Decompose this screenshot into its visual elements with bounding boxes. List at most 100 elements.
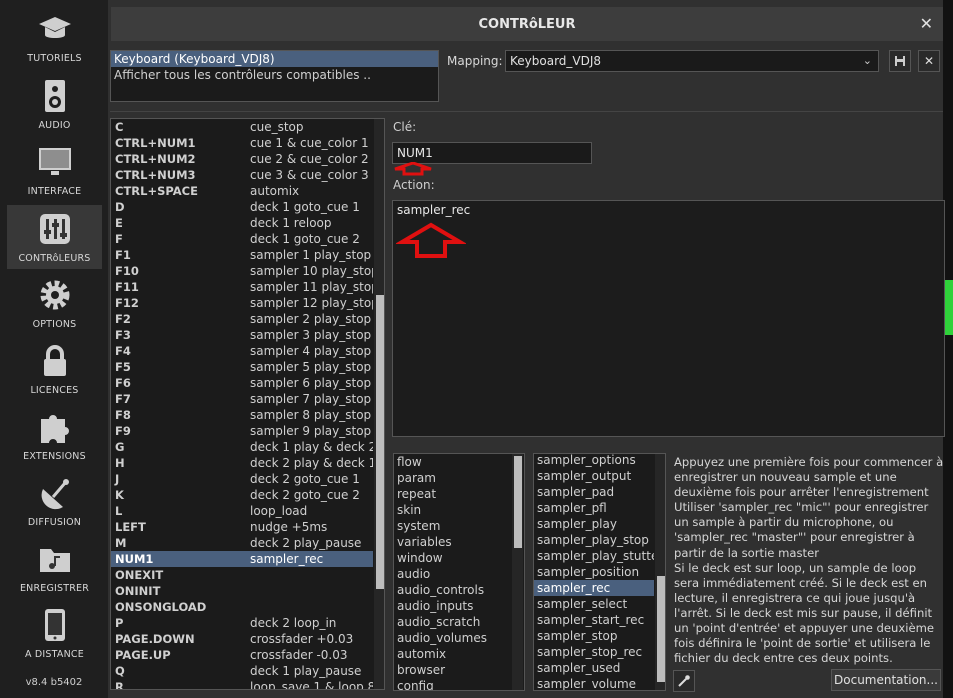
verb-item[interactable]: sampler_pfl bbox=[534, 500, 654, 516]
key-name: F5 bbox=[115, 360, 131, 374]
verb-item[interactable]: sampler_options bbox=[534, 454, 654, 468]
close-icon[interactable]: ✕ bbox=[920, 14, 933, 33]
key-mapping-row[interactable]: F10 sampler 10 play_stop bbox=[111, 263, 373, 279]
verb-item[interactable]: sampler_used bbox=[534, 660, 654, 676]
key-mapping-row[interactable]: ONEXIT bbox=[111, 567, 373, 583]
verb-item[interactable]: sampler_stop bbox=[534, 628, 654, 644]
verb-item[interactable]: sampler_volume bbox=[534, 676, 654, 690]
key-mapping-row[interactable]: Kdeck 2 goto_cue 2 bbox=[111, 487, 373, 503]
key-mapping-row[interactable]: Fdeck 1 goto_cue 2 bbox=[111, 231, 373, 247]
picker-button[interactable] bbox=[673, 670, 695, 692]
delete-mapping-button[interactable]: ✕ bbox=[918, 50, 940, 72]
sidebar-item-options[interactable]: OPTIONS bbox=[7, 271, 102, 335]
scrollbar-thumb[interactable] bbox=[376, 295, 384, 589]
divider bbox=[110, 111, 943, 112]
documentation-button[interactable]: Documentation... bbox=[831, 669, 941, 691]
key-mapping-row[interactable]: LEFT nudge +5ms bbox=[111, 519, 373, 535]
category-item[interactable]: browser bbox=[394, 662, 511, 678]
category-item[interactable]: audio_volumes bbox=[394, 630, 511, 646]
scrollbar-thumb[interactable] bbox=[514, 456, 522, 548]
scrollbar-thumb[interactable] bbox=[657, 576, 665, 682]
category-item[interactable]: window bbox=[394, 550, 511, 566]
key-mapping-row[interactable]: F3 sampler 3 play_stop bbox=[111, 327, 373, 343]
verb-item[interactable]: sampler_play_stutter bbox=[534, 548, 654, 564]
category-item[interactable]: audio_controls bbox=[394, 582, 511, 598]
key-mapping-row[interactable]: F7 sampler 7 play_stop bbox=[111, 391, 373, 407]
verb-item[interactable]: sampler_output bbox=[534, 468, 654, 484]
sidebar-item-licences[interactable]: LICENCES bbox=[7, 337, 102, 401]
key-mapping-row[interactable]: F11 sampler 11 play_stop bbox=[111, 279, 373, 295]
key-mapping-row[interactable]: F4 sampler 4 play_stop bbox=[111, 343, 373, 359]
key-mapping-row[interactable]: F12 sampler 12 play_stop bbox=[111, 295, 373, 311]
category-item[interactable]: flow bbox=[394, 454, 511, 470]
verb-item[interactable]: sampler_select bbox=[534, 596, 654, 612]
sidebar-item-controleurs[interactable]: CONTRôLEURS bbox=[7, 205, 102, 269]
key-input[interactable]: NUM1 bbox=[392, 142, 592, 164]
key-mapping-row[interactable]: PAGE.DOWN crossfader +0.03 bbox=[111, 631, 373, 647]
sidebar-item-audio[interactable]: AUDIO bbox=[7, 72, 102, 136]
key-mapping-row[interactable]: NUM1 sampler_rec bbox=[111, 551, 373, 567]
verb-item[interactable]: sampler_start_rec bbox=[534, 612, 654, 628]
sidebar-item-a-distance[interactable]: A DISTANCE bbox=[7, 601, 102, 665]
category-item[interactable]: param bbox=[394, 470, 511, 486]
verb-item[interactable]: sampler_play bbox=[534, 516, 654, 532]
controller-item[interactable]: Afficher tous les contrôleurs compatible… bbox=[111, 67, 438, 83]
key-mapping-row[interactable]: Hdeck 2 play & deck 1 stop bbox=[111, 455, 373, 471]
verb-item[interactable]: sampler_stop_rec bbox=[534, 644, 654, 660]
sidebar-item-interface[interactable]: INTERFACE bbox=[7, 138, 102, 202]
category-item[interactable]: audio bbox=[394, 566, 511, 582]
action-editor[interactable]: sampler_rec bbox=[392, 200, 945, 437]
category-item[interactable]: automix bbox=[394, 646, 511, 662]
key-mapping-row[interactable]: Jdeck 2 goto_cue 1 bbox=[111, 471, 373, 487]
verb-list: sampler_options sampler_output sampler_pad… bbox=[533, 453, 666, 691]
key-mapping-row[interactable]: PAGE.UP crossfader -0.03 bbox=[111, 647, 373, 663]
key-mapping-row[interactable]: F1 sampler 1 play_stop bbox=[111, 247, 373, 263]
key-name: F2 bbox=[115, 312, 131, 326]
key-mapping-row[interactable]: Rloop_save 1 & loop 8 bbox=[111, 679, 373, 689]
sidebar-item-extensions[interactable]: EXTENSIONS bbox=[7, 403, 102, 467]
key-mapping-row[interactable]: ONSONGLOAD bbox=[111, 599, 373, 615]
category-item[interactable]: system bbox=[394, 518, 511, 534]
category-item[interactable]: config bbox=[394, 678, 511, 690]
controller-list: Keyboard (Keyboard_VDJ8) Afficher tous l… bbox=[110, 50, 439, 102]
sidebar-item-label: A DISTANCE bbox=[25, 649, 84, 660]
key-mapping-row[interactable]: F9 sampler 9 play_stop bbox=[111, 423, 373, 439]
mapping-select[interactable]: Keyboard_VDJ8 ⌄ bbox=[505, 50, 879, 72]
key-mapping-row[interactable]: Ccue_stop bbox=[111, 119, 373, 135]
verb-item[interactable]: sampler_rec bbox=[534, 580, 654, 596]
verb-item[interactable]: sampler_position bbox=[534, 564, 654, 580]
key-mapping-row[interactable]: Lloop_load bbox=[111, 503, 373, 519]
key-mapping-row[interactable]: Mdeck 2 play_pause bbox=[111, 535, 373, 551]
key-mapping-row[interactable]: F5 sampler 5 play_stop bbox=[111, 359, 373, 375]
sidebar-item-diffusion[interactable]: DIFFUSION bbox=[7, 469, 102, 533]
key-mapping-row[interactable]: Qdeck 1 play_pause bbox=[111, 663, 373, 679]
verb-item[interactable]: sampler_play_stop bbox=[534, 532, 654, 548]
key-mapping-row[interactable]: CTRL+NUM3 cue 3 & cue_color 3 'auto' bbox=[111, 167, 373, 183]
key-mapping-row[interactable]: F2 sampler 2 play_stop bbox=[111, 311, 373, 327]
controller-item[interactable]: Keyboard (Keyboard_VDJ8) bbox=[111, 51, 438, 67]
scrollbar[interactable] bbox=[512, 454, 523, 690]
scrollbar[interactable] bbox=[655, 454, 665, 690]
category-item[interactable]: skin bbox=[394, 502, 511, 518]
sidebar-item-enregistrer[interactable]: ENREGISTRER bbox=[7, 535, 102, 599]
scrollbar[interactable] bbox=[374, 119, 384, 689]
save-mapping-button[interactable] bbox=[889, 50, 911, 72]
key-mapping-row[interactable]: CTRL+NUM1 cue 1 & cue_color 1 'auto' bbox=[111, 135, 373, 151]
category-item[interactable]: repeat bbox=[394, 486, 511, 502]
verb-item[interactable]: sampler_pad bbox=[534, 484, 654, 500]
key-action: sampler 9 play_stop bbox=[250, 424, 372, 438]
key-mapping-row[interactable]: CTRL+SPACE automix bbox=[111, 183, 373, 199]
key-mapping-row[interactable]: Pdeck 2 loop_in bbox=[111, 615, 373, 631]
key-mapping-row[interactable]: Gdeck 1 play & deck 2 stop bbox=[111, 439, 373, 455]
key-mapping-row[interactable]: ONINIT bbox=[111, 583, 373, 599]
category-item[interactable]: audio_scratch bbox=[394, 614, 511, 630]
save-icon bbox=[895, 56, 905, 66]
key-mapping-row[interactable]: F6 sampler 6 play_stop bbox=[111, 375, 373, 391]
category-item[interactable]: audio_inputs bbox=[394, 598, 511, 614]
key-mapping-row[interactable]: F8 sampler 8 play_stop bbox=[111, 407, 373, 423]
category-item[interactable]: variables bbox=[394, 534, 511, 550]
key-mapping-row[interactable]: CTRL+NUM2 cue 2 & cue_color 2 'auto' bbox=[111, 151, 373, 167]
key-mapping-row[interactable]: Ddeck 1 goto_cue 1 bbox=[111, 199, 373, 215]
key-mapping-row[interactable]: Edeck 1 reloop bbox=[111, 215, 373, 231]
sidebar-item-tutoriels[interactable]: TUTORIELS bbox=[7, 5, 102, 69]
